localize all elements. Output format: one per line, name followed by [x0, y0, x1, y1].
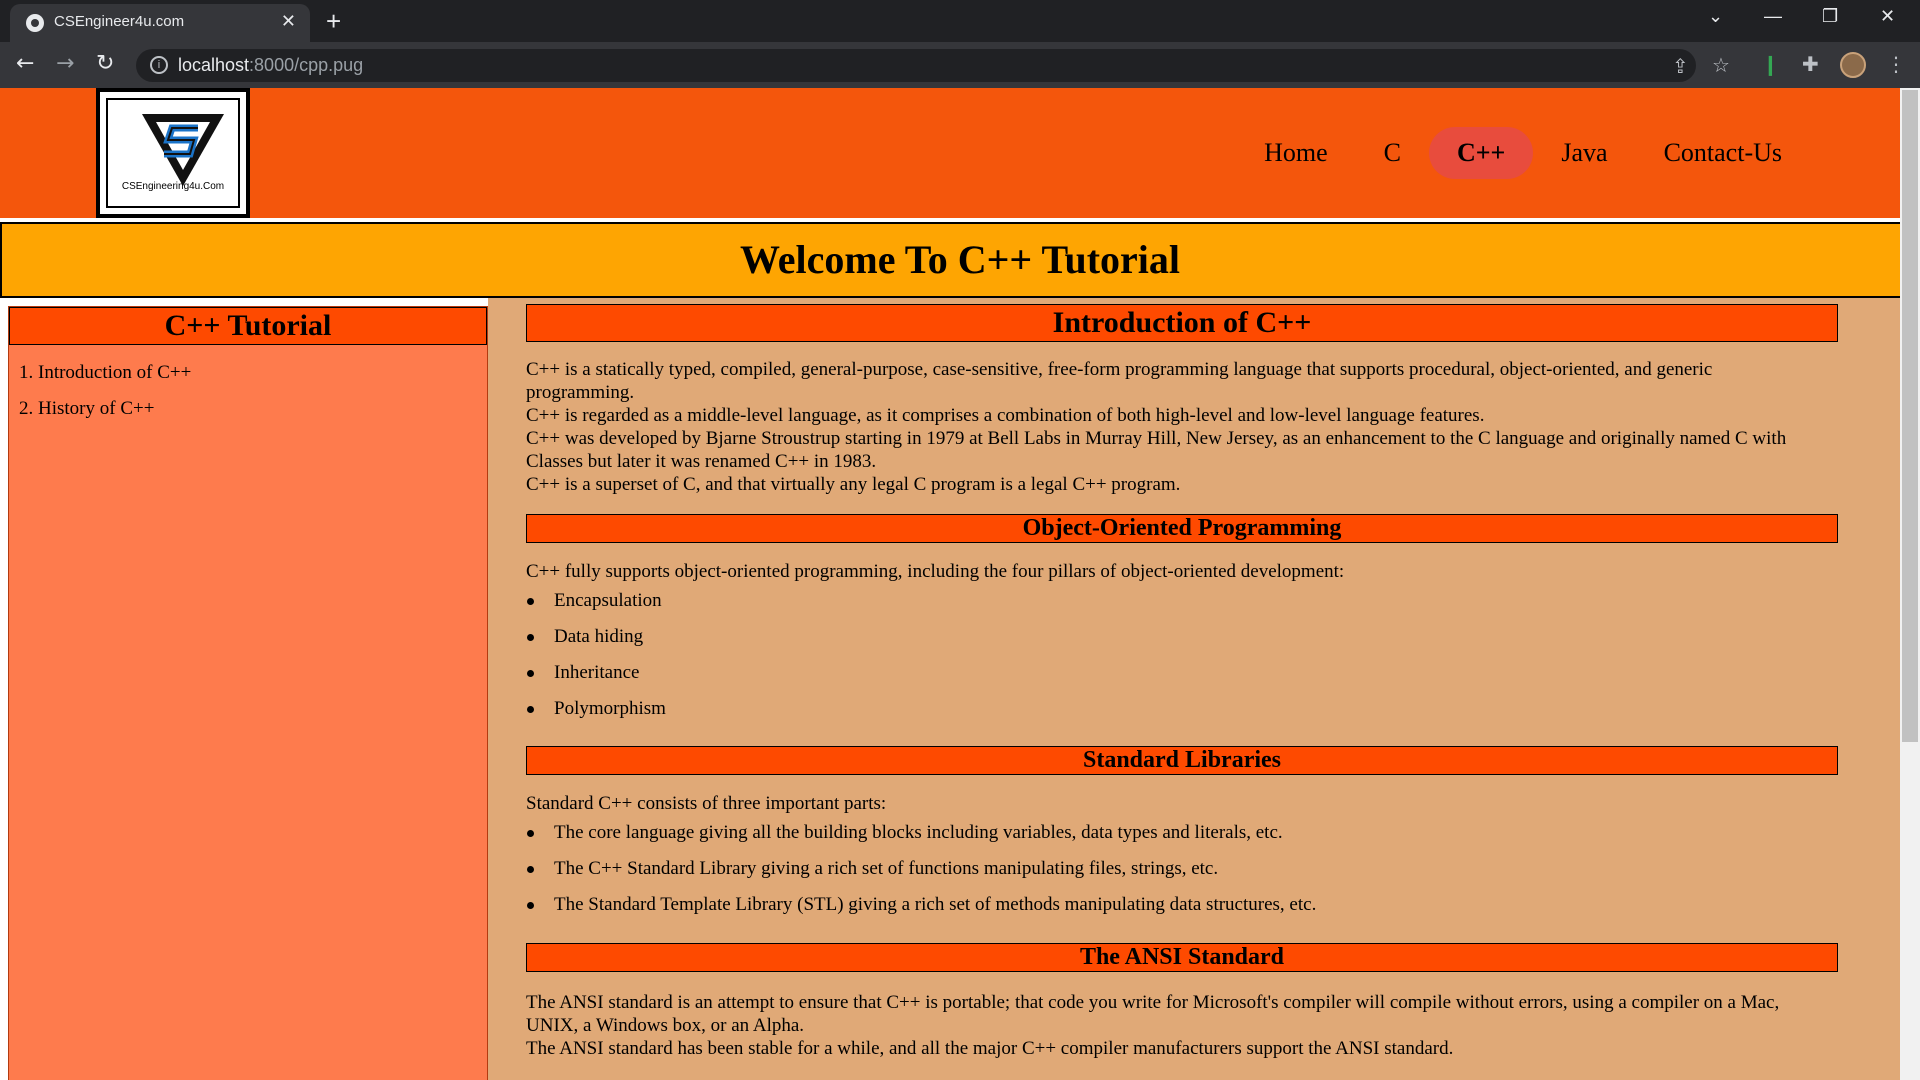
- logo-mark-icon: [142, 114, 224, 186]
- list-item: Encapsulation: [526, 583, 666, 619]
- intro-line: C++ is a superset of C, and that virtual…: [526, 474, 1181, 495]
- intro-line: C++ is a statically typed, compiled, gen…: [526, 359, 1713, 403]
- browser-menu-icon[interactable]: ⋮: [1886, 52, 1906, 76]
- section-heading-oop: Object-Oriented Programming: [526, 514, 1838, 543]
- intro-line: C++ is regarded as a middle-level langua…: [526, 405, 1485, 426]
- list-item: The core language giving all the buildin…: [526, 815, 1316, 851]
- oop-text: C++ fully supports object-oriented progr…: [526, 561, 1345, 582]
- list-item: The C++ Standard Library giving a rich s…: [526, 851, 1316, 887]
- list-item: Data hiding: [526, 619, 666, 655]
- stdlib-text: Standard C++ consists of three important…: [526, 793, 887, 814]
- tab-title: CSEngineer4u.com: [54, 13, 185, 30]
- list-item: Inheritance: [526, 655, 666, 691]
- nav-java[interactable]: Java: [1533, 127, 1635, 179]
- intro-paragraph: C++ is a statically typed, compiled, gen…: [526, 358, 1816, 496]
- extensions-puzzle-icon[interactable]: ✚: [1802, 52, 1819, 76]
- nav-contact-us[interactable]: Contact-Us: [1636, 127, 1810, 179]
- logo-frame: CSEngineering4u.Com: [106, 98, 240, 208]
- share-icon[interactable]: ⇪: [1672, 54, 1689, 78]
- ansi-line: The ANSI standard is an attempt to ensur…: [526, 992, 1780, 1036]
- section-heading-standard-libraries: Standard Libraries: [526, 746, 1838, 775]
- address-bar[interactable]: i localhost:8000/cpp.pug ⇪ ☆: [136, 49, 1730, 82]
- oop-list: Encapsulation Data hiding Inheritance Po…: [526, 583, 666, 727]
- window-close-icon[interactable]: ✕: [1880, 6, 1895, 27]
- sidebar-item-history[interactable]: 2. History of C++: [19, 391, 487, 427]
- sidebar-list: 1. Introduction of C++ 2. History of C++: [9, 345, 487, 427]
- minimize-icon[interactable]: —: [1764, 6, 1782, 27]
- list-item: The Standard Template Library (STL) givi…: [526, 887, 1316, 923]
- new-tab-button[interactable]: +: [326, 6, 341, 37]
- browser-tab[interactable]: CSEngineer4u.com ✕: [10, 4, 310, 42]
- bookmark-star-icon[interactable]: ☆: [1712, 53, 1730, 77]
- sidebar-item-introduction[interactable]: 1. Introduction of C++: [19, 355, 487, 391]
- page-viewport: CSEngineering4u.Com Home C C++ Java Cont…: [0, 88, 1920, 1080]
- intro-line: C++ was developed by Bjarne Stroustrup s…: [526, 428, 1787, 472]
- nav-c[interactable]: C: [1356, 127, 1429, 179]
- list-item: Polymorphism: [526, 691, 666, 727]
- close-tab-icon[interactable]: ✕: [281, 11, 296, 32]
- main-content: Introduction of C++ C++ is a statically …: [488, 298, 1900, 1080]
- forward-icon[interactable]: →: [56, 51, 74, 76]
- restore-icon[interactable]: ❐: [1822, 6, 1838, 27]
- section-heading-introduction: Introduction of C++: [526, 304, 1838, 342]
- tutorial-sidebar: C++ Tutorial 1. Introduction of C++ 2. H…: [8, 306, 488, 1080]
- logo-text: CSEngineering4u.Com: [121, 181, 225, 192]
- ansi-paragraph: The ANSI standard is an attempt to ensur…: [526, 991, 1816, 1060]
- nav-cpp[interactable]: C++: [1428, 127, 1534, 179]
- extension-icon[interactable]: ❙: [1762, 52, 1779, 76]
- browser-tab-bar: CSEngineer4u.com ✕ + ⌄ — ❐ ✕: [0, 0, 1920, 42]
- site-logo[interactable]: CSEngineering4u.Com: [96, 88, 250, 218]
- page-title: Welcome To C++ Tutorial: [739, 237, 1181, 282]
- profile-avatar[interactable]: [1840, 52, 1866, 78]
- browser-toolbar: ← → ↻ i localhost:8000/cpp.pug ⇪ ☆ ❙ ✚ ⋮: [0, 42, 1920, 88]
- page-scrollbar[interactable]: [1900, 88, 1920, 1080]
- url-path: :8000/cpp.pug: [249, 55, 364, 75]
- back-icon[interactable]: ←: [16, 51, 34, 76]
- sidebar-title: C++ Tutorial: [9, 307, 487, 345]
- site-info-icon[interactable]: i: [150, 56, 168, 74]
- welcome-banner: Welcome To C++ Tutorial: [0, 222, 1920, 298]
- scrollbar-thumb[interactable]: [1902, 90, 1918, 742]
- section-heading-ansi-standard: The ANSI Standard: [526, 943, 1838, 972]
- reload-icon[interactable]: ↻: [96, 51, 114, 76]
- nav-home[interactable]: Home: [1236, 127, 1356, 179]
- main-nav: Home C C++ Java Contact-Us: [1236, 127, 1810, 179]
- ansi-line: The ANSI standard has been stable for a …: [526, 1038, 1454, 1059]
- url-host: localhost: [178, 55, 250, 75]
- tab-search-icon[interactable]: ⌄: [1708, 6, 1723, 27]
- url-text[interactable]: localhost:8000/cpp.pug: [178, 55, 363, 76]
- site-header: CSEngineering4u.Com Home C C++ Java Cont…: [0, 88, 1900, 218]
- site-favicon-icon: [26, 14, 44, 32]
- stdlib-list: The core language giving all the buildin…: [526, 815, 1316, 923]
